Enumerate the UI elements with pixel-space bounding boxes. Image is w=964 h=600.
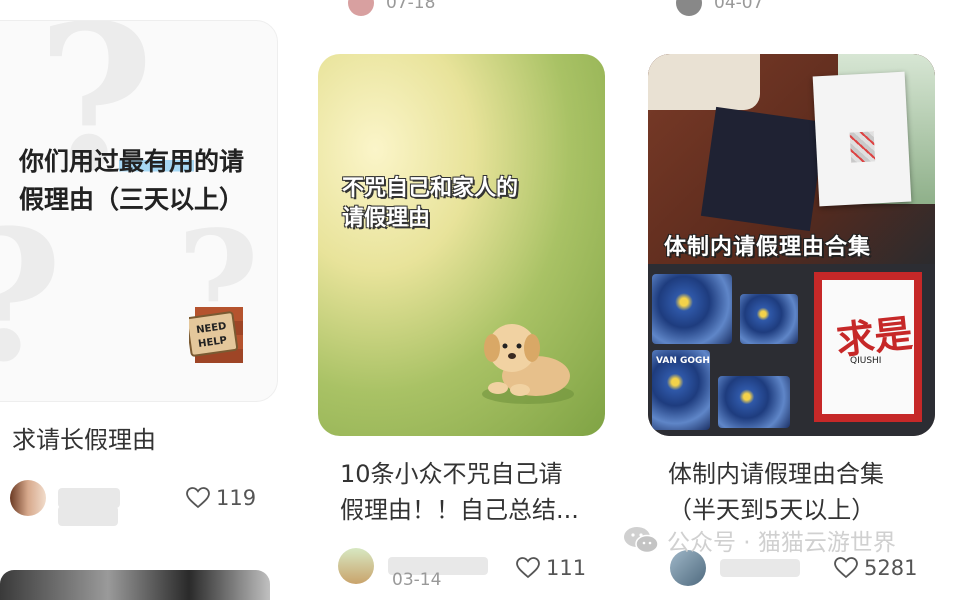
avatar[interactable] <box>676 0 702 16</box>
top-left-meta: 07-18 <box>348 0 435 16</box>
telephone-image <box>648 54 760 110</box>
like-count[interactable]: 5281 <box>834 556 917 580</box>
post-date: 04-07 <box>714 0 764 13</box>
watermark-text: 公众号 · 猫猫云游世界 <box>667 530 896 556</box>
note-cover-1[interactable]: ? ? ? 你们用过最有用的请假理由（三天以上） NEED HELP <box>0 20 278 402</box>
folder-image <box>700 106 826 232</box>
note-title[interactable]: 10条小众不咒自己请 假理由！！自己总结... <box>340 456 579 528</box>
like-count[interactable]: 111 <box>516 556 586 580</box>
note-cover-4-partial[interactable] <box>0 570 270 600</box>
cover-headline: 不咒自己和家人的 请假理由 <box>342 176 519 231</box>
note-title[interactable]: 求请长假理由 <box>12 422 156 458</box>
van-gogh-tissue-image <box>652 274 732 344</box>
puppy-image <box>482 324 574 404</box>
note-cover-2[interactable]: 不咒自己和家人的 请假理由 <box>318 54 605 436</box>
blurred-author-name[interactable] <box>720 559 800 577</box>
note-title[interactable]: 体制内请假理由合集 （半天到5天以上） <box>668 456 884 528</box>
like-count-value: 111 <box>546 556 587 580</box>
qiushi-magazine-image: 求是 QIUSHI <box>814 272 922 422</box>
cover-headline: 你们用过最有用的请假理由（三天以上） <box>19 147 245 214</box>
notebook-label: VAN GOGH <box>656 356 710 366</box>
heart-icon <box>834 557 858 579</box>
wechat-watermark: 公众号 · 猫猫云游世界 <box>623 523 896 557</box>
van-gogh-card-image <box>740 294 798 344</box>
post-date: 03-14 <box>392 570 442 590</box>
post-date: 07-18 <box>386 0 436 13</box>
stationery-photo: VAN GOGH 求是 QIUSHI <box>648 264 935 436</box>
like-count-value: 119 <box>216 486 257 510</box>
blurred-author-name <box>58 506 118 526</box>
like-count-value: 5281 <box>864 556 918 580</box>
need-help-sign-icon: NEED HELP <box>189 307 243 363</box>
avatar[interactable] <box>10 480 46 516</box>
blurred-author-name[interactable] <box>58 488 120 508</box>
heart-icon <box>516 557 540 579</box>
like-count[interactable]: 119 <box>186 486 256 510</box>
note-cover-3[interactable]: 体制内请假理由合集 VAN GOGH 求是 QIUSHI <box>648 54 935 436</box>
top-right-meta: 04-07 <box>676 0 763 16</box>
avatar[interactable] <box>348 0 374 16</box>
van-gogh-coaster-image <box>718 376 790 428</box>
cover-headline: 体制内请假理由合集 <box>664 235 872 260</box>
magazine-subtitle: QIUSHI <box>850 356 882 366</box>
heart-icon <box>186 487 210 509</box>
wechat-icon <box>624 527 659 554</box>
question-mark-decoration: ? <box>0 191 62 401</box>
van-gogh-notebook-image: VAN GOGH <box>652 350 710 430</box>
document-image <box>812 71 912 207</box>
